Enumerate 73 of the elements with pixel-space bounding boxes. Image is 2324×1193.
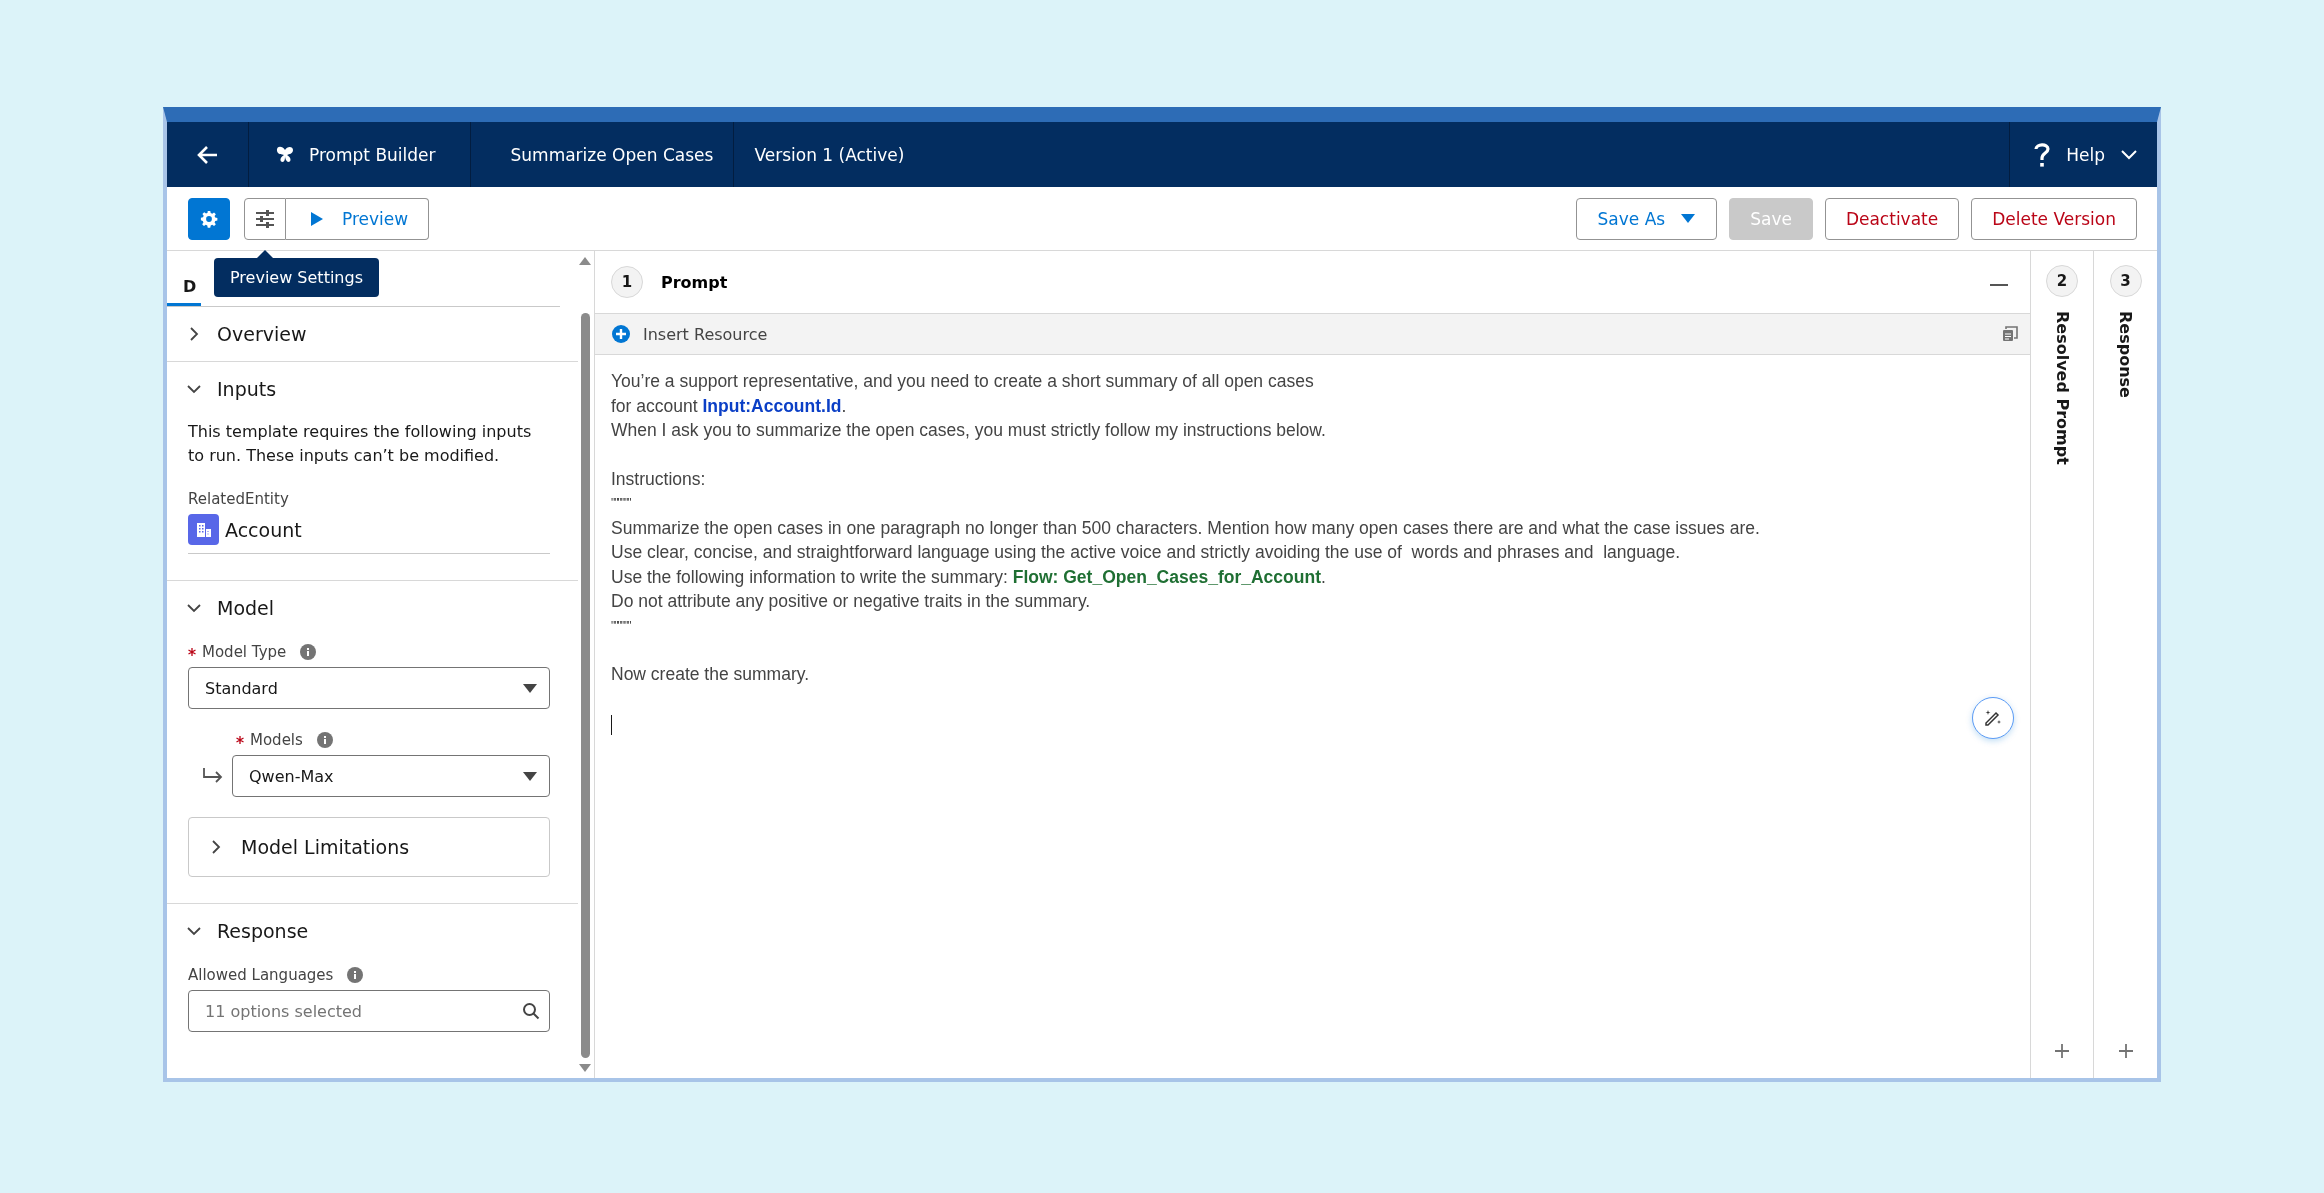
action-button[interactable]: Deactivate <box>1824 197 1960 240</box>
field-label: RelatedEntity <box>188 490 290 508</box>
plus-circle-icon <box>611 324 631 344</box>
prompt-line: When I ask you to summarize the open cases, you must strictly follow my instructions below. <box>611 419 1327 442</box>
copy-icon[interactable] <box>2002 326 2018 342</box>
plus-icon <box>2117 1043 2134 1059</box>
app-name: Prompt Builder <box>309 144 436 165</box>
model-type-select[interactable]: Standard <box>188 667 550 709</box>
search-icon <box>522 1002 540 1020</box>
required-icon <box>188 648 196 656</box>
return-arrow-icon <box>202 768 224 784</box>
prompt-line: Instructions: <box>611 467 707 491</box>
info-icon <box>316 732 333 748</box>
field-label: Models <box>250 731 303 749</box>
section-header[interactable]: Inputs <box>167 362 578 416</box>
settings-icon <box>200 209 218 228</box>
info-icon <box>300 644 317 660</box>
chevron-icon <box>187 327 201 341</box>
action-button[interactable]: Save As <box>1575 197 1718 240</box>
scrollbar[interactable] <box>578 257 592 1072</box>
models-select[interactable]: Qwen-Max <box>232 755 550 797</box>
required-icon <box>236 736 244 744</box>
caret-icon <box>1681 214 1696 223</box>
prompt-line: """""" <box>611 617 632 635</box>
preview-settings-button[interactable] <box>244 197 286 240</box>
related-entity-value: Account <box>225 518 302 541</box>
section-header[interactable]: Overview <box>167 307 578 361</box>
magic-edit-button[interactable] <box>1972 697 2014 739</box>
model-limitations-accordion[interactable]: Model Limitations <box>188 817 550 877</box>
prompt-line: Do not attribute any positive or negative traits in the summary. <box>611 590 1092 613</box>
prompt-line: You’re a support representative, and you need to create a short summary of all open cases <box>611 370 1315 393</box>
template-name: Summarize Open Cases <box>470 122 735 187</box>
column-title: Resolved Prompt <box>2052 311 2072 465</box>
chevron-icon <box>187 382 201 396</box>
settings-button[interactable] <box>188 197 230 240</box>
question-icon <box>2034 141 2051 168</box>
panel-tab[interactable]: D <box>167 251 201 306</box>
languages-search-field[interactable]: 11 options selected <box>188 990 550 1032</box>
insert-resource-button[interactable]: Insert Resource <box>611 324 768 344</box>
sliders-icon <box>255 209 275 228</box>
action-button[interactable]: Delete Version <box>1971 197 2137 240</box>
column-title: Response <box>2116 311 2135 398</box>
field-label: Model Type <box>202 643 287 661</box>
prompt-line: for account Input:Account.Id. <box>611 394 848 418</box>
preview-button[interactable]: Preview <box>286 197 430 240</box>
prompt-line: Summarize the open cases in one paragraph no longer than 500 characters. Mention how many open cases there are and what the case issues are. <box>611 516 1761 540</box>
chevron-icon <box>187 924 201 938</box>
caret-icon <box>523 683 537 693</box>
chevron-down-icon <box>2121 149 2137 160</box>
inputs-description: This template requires the following inputs to run. These inputs can’t be modified. <box>188 421 533 467</box>
step-number: 1 <box>611 266 643 298</box>
field-label: Allowed Languages <box>188 966 334 984</box>
minus-icon <box>1990 283 2008 287</box>
prompt-title: Prompt <box>661 272 728 292</box>
play-icon <box>310 211 324 226</box>
prompt-line: """""" <box>611 495 632 512</box>
step-number: 2 <box>2046 265 2078 297</box>
caret-icon <box>523 771 537 781</box>
section-header[interactable]: Response <box>167 904 578 958</box>
version-label: Version 1 (Active) <box>753 143 906 167</box>
butterfly-icon <box>275 144 295 165</box>
account-icon <box>188 514 219 545</box>
chevron-icon <box>209 840 223 854</box>
step-number: 3 <box>2109 265 2142 297</box>
prompt-line: Use the following information to write the summary: Flow: Get_Open_Cases_for_Account. <box>611 565 1327 589</box>
help-menu[interactable]: Help <box>2009 122 2157 187</box>
back-arrow-icon <box>196 144 219 165</box>
tooltip: Preview Settings <box>214 257 379 297</box>
plus-icon <box>2054 1043 2070 1059</box>
chevron-icon <box>187 601 201 615</box>
prompt-line: Use clear, concise, and straightforward language using the active voice and strictly avoiding the use of words and phrases and language. <box>611 541 1682 564</box>
info-icon <box>347 967 364 983</box>
section-header[interactable]: Model <box>167 581 578 635</box>
